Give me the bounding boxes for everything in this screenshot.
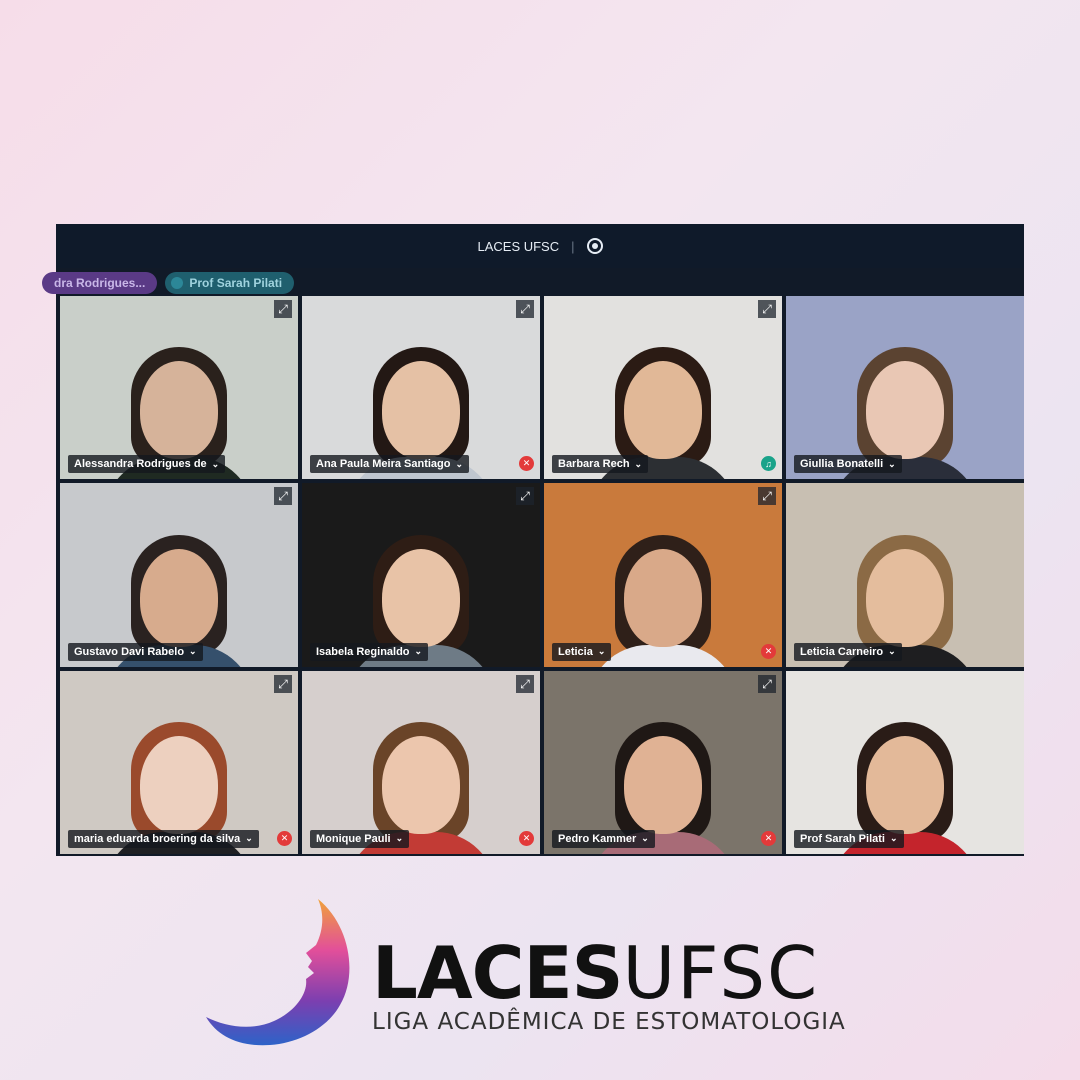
participant-name: Leticia Carneiro [800, 645, 884, 658]
participant-name: Leticia [558, 645, 593, 658]
chevron-down-icon: ⌄ [634, 458, 643, 469]
participant-tile[interactable]: ⤢ Leticia ⌄ ✕ [544, 483, 782, 667]
expand-icon[interactable]: ⤢ [274, 300, 292, 318]
speaker-pill-label: Prof Sarah Pilati [189, 276, 283, 290]
mic-off-icon: ✕ [761, 643, 776, 659]
participant-tile[interactable]: ⤢ Isabela Reginaldo ⌄ [302, 483, 540, 667]
brand-bold-text: LACES [372, 931, 623, 1015]
participant-name: Monique Pauli [316, 832, 391, 845]
participant-name-label[interactable]: Giullia Bonatelli ⌄ [794, 455, 902, 474]
mic-off-icon: ✕ [519, 830, 534, 846]
chevron-down-icon: ⌄ [414, 646, 423, 657]
expand-icon[interactable]: ⤢ [758, 487, 776, 506]
participant-tile[interactable]: Giullia Bonatelli ⌄ [786, 296, 1024, 480]
participant-name: Ana Paula Meira Santiago [316, 458, 451, 471]
header-divider: | [571, 238, 575, 254]
brand-logo: LACES UFSC LIGA ACADÊMICA DE ESTOMATOLOG… [200, 895, 880, 1055]
participant-tile[interactable]: ⤢ Alessandra Rodrigues de ⌄ [60, 296, 298, 480]
video-call-window: LACES UFSC | dra Rodrigues... Prof Sarah… [42, 224, 1024, 856]
brand-tagline: LIGA ACADÊMICA DE ESTOMATOLOGIA [372, 1009, 846, 1035]
meeting-title: LACES UFSC [477, 238, 560, 254]
chevron-down-icon: ⌄ [455, 458, 464, 469]
participant-name-label[interactable]: Monique Pauli ⌄ [310, 829, 410, 848]
expand-icon[interactable]: ⤢ [274, 487, 292, 506]
participant-tile[interactable]: Prof Sarah Pilati ⌄ [786, 670, 1024, 854]
chevron-down-icon: ⌄ [889, 833, 898, 844]
participant-video [588, 527, 738, 667]
participant-tile[interactable]: ⤢ Pedro Kammer ⌄ ✕ [544, 670, 782, 854]
participant-name-label[interactable]: Alessandra Rodrigues de ⌄ [68, 455, 226, 474]
participant-name-label[interactable]: Prof Sarah Pilati ⌄ [794, 829, 904, 848]
record-icon[interactable] [586, 238, 603, 254]
participant-name-label[interactable]: Gustavo Davi Rabelo ⌄ [68, 642, 203, 661]
participant-name-label[interactable]: Leticia Carneiro ⌄ [794, 642, 902, 661]
participant-name-label[interactable]: Ana Paula Meira Santiago ⌄ [310, 455, 470, 474]
participant-tile[interactable]: ⤢ maria eduarda broering da silva ⌄ ✕ [60, 670, 298, 854]
speaker-pill[interactable]: dra Rodrigues... [42, 272, 158, 294]
expand-icon[interactable]: ⤢ [758, 674, 776, 693]
participant-tile[interactable]: ⤢ Gustavo Davi Rabelo ⌄ [60, 483, 298, 667]
participant-name: Isabela Reginaldo [316, 645, 410, 658]
chevron-down-icon: ⌄ [888, 458, 896, 469]
expand-icon[interactable]: ⤢ [516, 487, 534, 506]
participant-tile[interactable]: ⤢ Monique Pauli ⌄ ✕ [302, 670, 540, 854]
brand-wordmark: LACES UFSC [372, 931, 819, 1015]
expand-icon[interactable]: ⤢ [516, 300, 534, 318]
participant-name: Prof Sarah Pilati [800, 832, 885, 845]
expand-icon[interactable]: ⤢ [274, 674, 292, 693]
brand-light-text: UFSC [622, 931, 820, 1015]
participant-name: maria eduarda broering da silva [74, 832, 241, 845]
participant-tile[interactable]: ⤢ Barbara Rech ⌄ ♫ [544, 296, 782, 480]
avatar [171, 277, 184, 289]
speaker-pills: dra Rodrigues... Prof Sarah Pilati [42, 272, 295, 294]
participant-name: Giullia Bonatelli [800, 458, 884, 471]
chevron-down-icon: ⌄ [189, 646, 197, 657]
expand-icon[interactable]: ⤢ [758, 300, 776, 318]
participant-tile[interactable]: ⤢ Ana Paula Meira Santiago ⌄ ✕ [302, 296, 540, 480]
participant-tile[interactable]: Leticia Carneiro ⌄ [786, 483, 1024, 667]
participant-name: Pedro Kammer [558, 832, 637, 845]
chevron-down-icon: ⌄ [641, 833, 649, 844]
chevron-down-icon: ⌄ [888, 646, 896, 657]
meeting-header: LACES UFSC | [56, 224, 1024, 268]
speaker-pill[interactable]: Prof Sarah Pilati [165, 272, 295, 294]
chevron-down-icon: ⌄ [395, 833, 404, 844]
expand-icon[interactable]: ⤢ [516, 674, 534, 693]
chevron-down-icon: ⌄ [245, 833, 253, 844]
participant-name: Gustavo Davi Rabelo [74, 645, 185, 658]
participant-name-label[interactable]: Leticia ⌄ [552, 642, 612, 661]
chevron-down-icon: ⌄ [597, 646, 606, 657]
headset-icon: ♫ [761, 456, 776, 472]
participant-name-label[interactable]: Barbara Rech ⌄ [552, 455, 649, 474]
mic-off-icon: ✕ [761, 830, 776, 846]
chevron-down-icon: ⌄ [211, 458, 220, 469]
video-grid: ⤢ Alessandra Rodrigues de ⌄ ⤢ Ana Paula Meir… [60, 296, 1024, 854]
participant-name-label[interactable]: Isabela Reginaldo ⌄ [310, 642, 429, 661]
face-profile-logo-icon [206, 899, 350, 1046]
participant-name: Barbara Rech [558, 458, 630, 471]
participant-name: Alessandra Rodrigues de [74, 458, 207, 471]
participant-name-label[interactable]: maria eduarda broering da silva ⌄ [68, 829, 259, 848]
speaker-pill-label: dra Rodrigues... [54, 276, 146, 290]
participant-name-label[interactable]: Pedro Kammer ⌄ [552, 829, 655, 848]
mic-off-icon: ✕ [277, 830, 292, 846]
mic-off-icon: ✕ [519, 456, 534, 472]
